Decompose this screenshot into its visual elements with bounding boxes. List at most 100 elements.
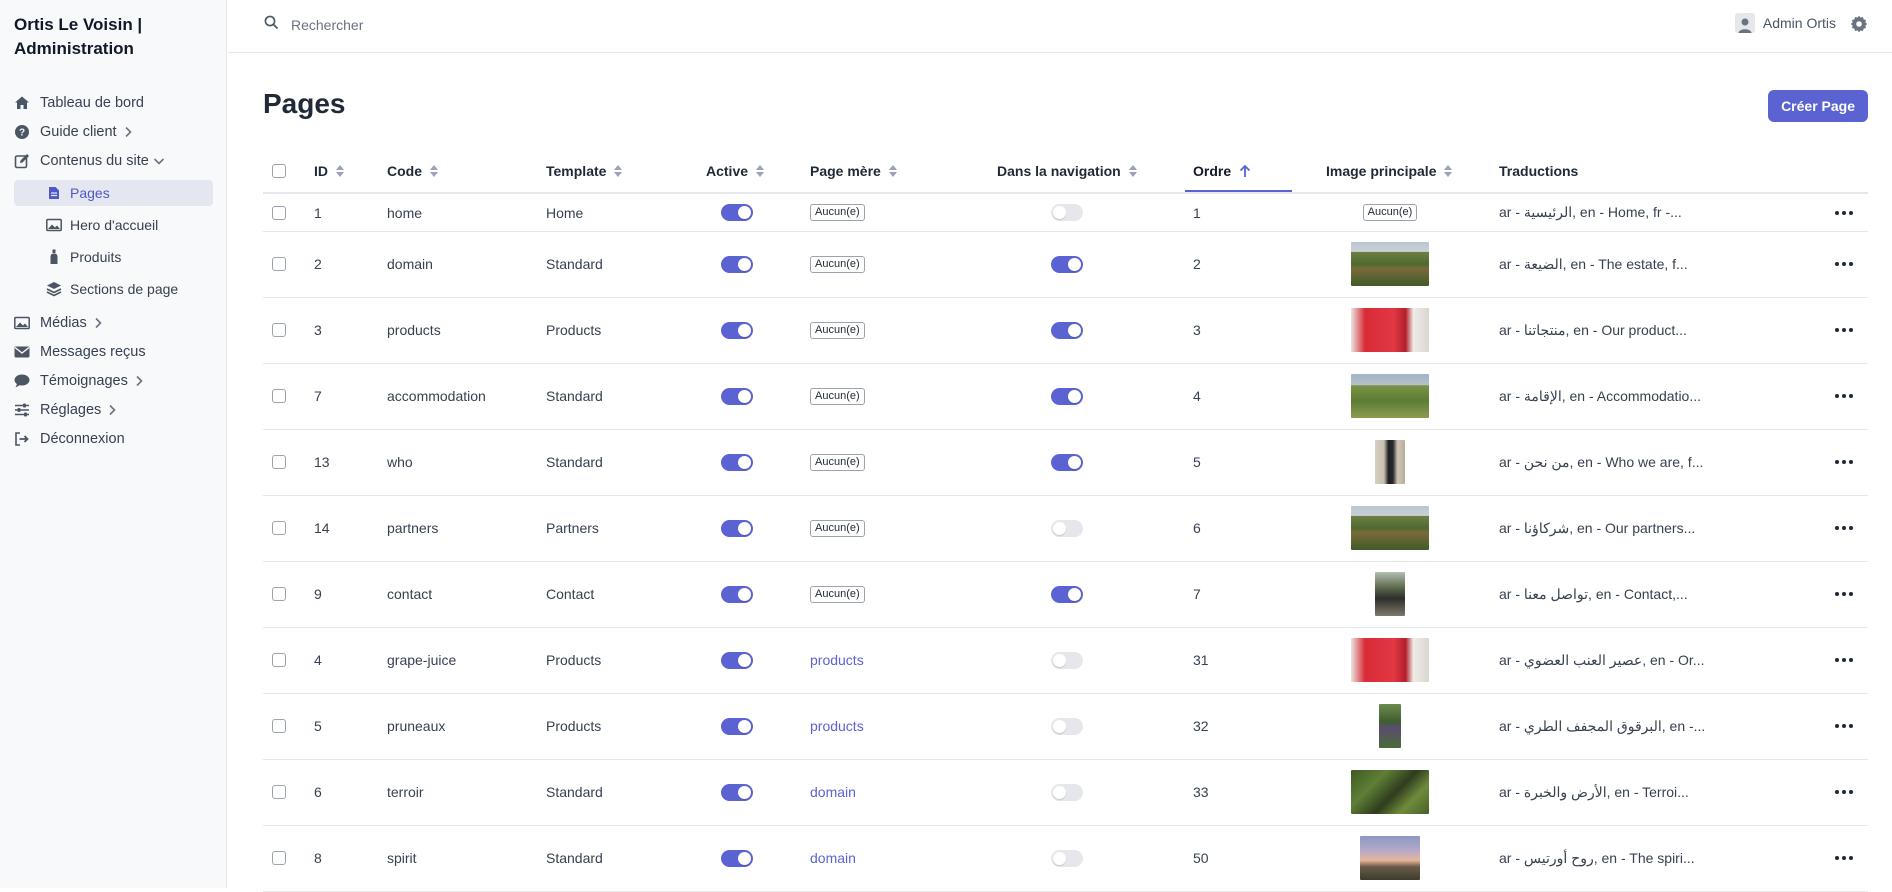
table-row[interactable]: 1 home Home Aucun(e) 1 Aucun(e) ar - الرئيسية,… bbox=[263, 194, 1868, 232]
column-header-ordre[interactable]: Ordre bbox=[1193, 149, 1251, 192]
row-checkbox[interactable] bbox=[272, 719, 286, 733]
navigation-toggle[interactable] bbox=[1051, 321, 1083, 339]
table-row[interactable]: 4 grape-juice Products products 31 ar - عصير … bbox=[263, 627, 1868, 694]
table-row[interactable]: 5 pruneaux Products products 32 ar - البرقوق … bbox=[263, 693, 1868, 760]
active-toggle[interactable] bbox=[721, 204, 753, 221]
page-image-thumbnail[interactable] bbox=[1351, 506, 1429, 550]
sidebar-item-messages-recus[interactable]: Messages reçus bbox=[14, 339, 146, 365]
layers-icon bbox=[46, 281, 62, 297]
navigation-toggle[interactable] bbox=[1051, 519, 1083, 537]
table-row[interactable]: 3 products Products Aucun(e) 3 ar - منتجاتنا,… bbox=[263, 297, 1868, 364]
search-input[interactable] bbox=[289, 16, 653, 34]
more-actions-icon[interactable] bbox=[1835, 526, 1853, 530]
sidebar-item-sections-de-page[interactable]: Sections de page bbox=[14, 276, 213, 302]
parent-page-link[interactable]: domain bbox=[810, 784, 856, 800]
page-image-thumbnail[interactable] bbox=[1351, 308, 1429, 352]
sidebar-item-guide-client[interactable]: ? Guide client bbox=[14, 119, 133, 145]
row-checkbox[interactable] bbox=[272, 851, 286, 865]
row-checkbox[interactable] bbox=[272, 521, 286, 535]
more-actions-icon[interactable] bbox=[1835, 856, 1853, 860]
app-title: Ortis Le Voisin | Administration bbox=[14, 15, 143, 58]
navigation-toggle[interactable] bbox=[1051, 783, 1083, 801]
more-actions-icon[interactable] bbox=[1835, 658, 1853, 662]
page-image-thumbnail[interactable] bbox=[1375, 572, 1405, 616]
active-toggle[interactable] bbox=[721, 321, 753, 339]
create-page-button[interactable]: Créer Page bbox=[1768, 90, 1868, 122]
table-row[interactable]: 8 spirit Standard domain 50 ar - روح أورتيس, … bbox=[263, 825, 1868, 892]
row-checkbox[interactable] bbox=[272, 653, 286, 667]
table-row[interactable]: 14 partners Partners Aucun(e) 6 ar - شركاؤنا,… bbox=[263, 495, 1868, 562]
parent-page-link[interactable]: domain bbox=[810, 850, 856, 866]
active-toggle[interactable] bbox=[721, 387, 753, 405]
page-image-thumbnail[interactable] bbox=[1351, 770, 1429, 814]
sidebar-item-temoignages[interactable]: Témoignages bbox=[14, 368, 144, 394]
table-row[interactable]: 6 terroir Standard domain 33 ar - الأرض والخب… bbox=[263, 759, 1868, 826]
sidebar-item-produits[interactable]: Produits bbox=[14, 244, 213, 270]
select-all-checkbox[interactable] bbox=[272, 163, 286, 178]
row-checkbox[interactable] bbox=[272, 205, 286, 220]
navigation-toggle[interactable] bbox=[1051, 651, 1083, 669]
parent-page-link[interactable]: products bbox=[810, 652, 864, 668]
active-toggle[interactable] bbox=[721, 849, 753, 867]
active-toggle[interactable] bbox=[721, 783, 753, 801]
gear-icon[interactable] bbox=[1850, 15, 1868, 38]
sidebar-item-pages[interactable]: Pages bbox=[14, 180, 213, 206]
navigation-toggle[interactable] bbox=[1051, 255, 1083, 273]
active-toggle[interactable] bbox=[721, 585, 753, 603]
more-actions-icon[interactable] bbox=[1835, 460, 1853, 464]
more-actions-icon[interactable] bbox=[1835, 328, 1853, 332]
table-row[interactable]: 7 accommodation Standard Aucun(e) 4 ar - الإق… bbox=[263, 363, 1868, 430]
user-menu[interactable]: Admin Ortis bbox=[1734, 13, 1836, 33]
row-checkbox[interactable] bbox=[272, 389, 286, 403]
sidebar-item-label: Produits bbox=[70, 249, 122, 265]
sidebar-item-hero-accueil[interactable]: Hero d'accueil bbox=[14, 212, 213, 238]
table-row[interactable]: 13 who Standard Aucun(e) 5 ar - من نحن, en - … bbox=[263, 429, 1868, 496]
navigation-toggle[interactable] bbox=[1051, 849, 1083, 867]
more-actions-icon[interactable] bbox=[1835, 724, 1853, 728]
more-actions-icon[interactable] bbox=[1835, 262, 1853, 266]
active-toggle[interactable] bbox=[721, 717, 753, 735]
cell-template: Standard bbox=[546, 850, 603, 866]
page-image-thumbnail[interactable] bbox=[1360, 836, 1420, 880]
more-actions-icon[interactable] bbox=[1835, 790, 1853, 794]
row-checkbox[interactable] bbox=[272, 455, 286, 469]
page-image-thumbnail[interactable] bbox=[1379, 704, 1401, 748]
column-header-template[interactable]: Template bbox=[546, 149, 623, 192]
active-toggle[interactable] bbox=[721, 519, 753, 537]
sidebar-item-tableau-de-bord[interactable]: Tableau de bord bbox=[14, 90, 144, 116]
sidebar-item-deconnexion[interactable]: Déconnexion bbox=[14, 426, 125, 452]
more-actions-icon[interactable] bbox=[1835, 592, 1853, 596]
navigation-toggle[interactable] bbox=[1051, 717, 1083, 735]
table-row[interactable]: 2 domain Standard Aucun(e) 2 ar - الضيعة, en … bbox=[263, 231, 1868, 298]
sidebar-item-contenus-du-site[interactable]: Contenus du site bbox=[14, 148, 165, 174]
row-checkbox[interactable] bbox=[272, 785, 286, 799]
column-header-id[interactable]: ID bbox=[314, 149, 344, 192]
row-checkbox[interactable] bbox=[272, 257, 286, 271]
page-image-thumbnail[interactable] bbox=[1351, 374, 1429, 418]
sliders-icon bbox=[14, 402, 30, 418]
page-image-thumbnail[interactable] bbox=[1351, 242, 1429, 286]
table-row[interactable]: 9 contact Contact Aucun(e) 7 ar - تواصل معنا,… bbox=[263, 561, 1868, 628]
row-checkbox[interactable] bbox=[272, 323, 286, 337]
active-toggle[interactable] bbox=[721, 255, 753, 273]
column-header-page-mere[interactable]: Page mère bbox=[810, 149, 897, 192]
column-header-image-principale[interactable]: Image principale bbox=[1326, 149, 1453, 192]
more-actions-icon[interactable] bbox=[1835, 394, 1853, 398]
navigation-toggle[interactable] bbox=[1051, 204, 1083, 221]
page-image-thumbnail[interactable] bbox=[1375, 440, 1405, 484]
active-toggle[interactable] bbox=[721, 453, 753, 471]
row-checkbox[interactable] bbox=[272, 587, 286, 601]
column-header-dans-la-navigation[interactable]: Dans la navigation bbox=[997, 149, 1137, 192]
sidebar-item-reglages[interactable]: Réglages bbox=[14, 397, 117, 423]
column-header-code[interactable]: Code bbox=[387, 149, 438, 192]
sidebar-item-medias[interactable]: Médias bbox=[14, 310, 103, 336]
more-actions-icon[interactable] bbox=[1835, 210, 1853, 215]
navigation-toggle[interactable] bbox=[1051, 453, 1083, 471]
active-toggle[interactable] bbox=[721, 651, 753, 669]
page-image-thumbnail[interactable] bbox=[1351, 638, 1429, 682]
navigation-toggle[interactable] bbox=[1051, 585, 1083, 603]
navigation-toggle[interactable] bbox=[1051, 387, 1083, 405]
sidebar-item-label: Hero d'accueil bbox=[70, 217, 159, 233]
column-header-active[interactable]: Active bbox=[706, 149, 765, 192]
parent-page-link[interactable]: products bbox=[810, 718, 864, 734]
